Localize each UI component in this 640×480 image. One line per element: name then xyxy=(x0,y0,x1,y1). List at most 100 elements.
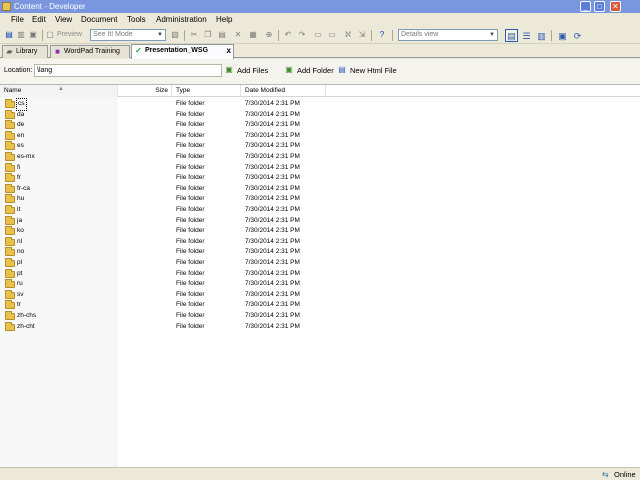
table-row[interactable]: zh-cht File folder 7/30/2014 2:31 PM xyxy=(0,321,326,333)
column-header-size[interactable]: Size xyxy=(118,85,172,97)
row-type: File folder xyxy=(176,227,205,235)
table-row[interactable]: es File folder 7/30/2014 2:31 PM xyxy=(0,141,326,152)
table-row[interactable]: en File folder 7/30/2014 2:31 PM xyxy=(0,130,326,142)
column-header-type[interactable]: Type xyxy=(172,85,241,97)
html-file-icon: ▤ xyxy=(338,65,346,74)
list-view-icon[interactable]: ☰ xyxy=(520,29,533,42)
link-icon[interactable]: ⊕ xyxy=(264,30,274,40)
row-type: File folder xyxy=(176,290,205,298)
menu-administration[interactable]: Administration xyxy=(156,15,207,25)
folder-icon xyxy=(5,130,15,140)
location-bar: Location: \lang ▣ Add Files ▣ Add Folder… xyxy=(0,59,640,83)
delete-icon[interactable]: ✕ xyxy=(233,30,243,40)
row-name: tr xyxy=(17,301,21,309)
add-files-icon: ▣ xyxy=(225,65,233,74)
mode-select[interactable]: See It! Mode ▼ xyxy=(90,29,166,41)
table-row[interactable]: da File folder 7/30/2014 2:31 PM xyxy=(0,109,326,121)
tab-wordpad-training[interactable]: ■ WordPad Training xyxy=(50,45,130,58)
refresh-icon[interactable]: ⟳ xyxy=(571,29,584,42)
tab-library[interactable]: ▰ Library xyxy=(2,45,48,58)
new-icon[interactable]: ▤ xyxy=(4,30,14,40)
close-window-button[interactable]: ✕ xyxy=(610,1,621,12)
row-date-modified: 7/30/2014 2:31 PM xyxy=(245,184,300,192)
table-row[interactable]: sv File folder 7/30/2014 2:31 PM xyxy=(0,289,326,301)
menu-help[interactable]: Help xyxy=(216,15,232,25)
details-view-icon[interactable]: ▤ xyxy=(505,29,518,42)
column-header-date[interactable]: Date Modified xyxy=(241,85,326,97)
menu-tools[interactable]: Tools xyxy=(127,15,146,25)
rename-icon[interactable]: ▦ xyxy=(248,30,258,40)
table-row[interactable]: pt File folder 7/30/2014 2:31 PM xyxy=(0,268,326,280)
minimize-button[interactable]: _ xyxy=(580,1,591,12)
layout-icon[interactable]: ▭ xyxy=(327,30,337,40)
columns-view-icon[interactable]: ▥ xyxy=(535,29,548,42)
table-row[interactable]: fi File folder 7/30/2014 2:31 PM xyxy=(0,162,326,174)
help-icon[interactable]: ? xyxy=(377,30,387,40)
menu-edit[interactable]: Edit xyxy=(32,15,46,25)
cut-icon[interactable]: ✂ xyxy=(189,30,199,40)
menu-document[interactable]: Document xyxy=(81,15,117,25)
menu-file[interactable]: File xyxy=(11,15,24,25)
row-date-modified: 7/30/2014 2:31 PM xyxy=(245,322,300,330)
close-tab-button[interactable]: x xyxy=(227,45,231,56)
row-name: da xyxy=(17,110,25,118)
row-type: File folder xyxy=(176,280,205,288)
save-icon[interactable]: ▣ xyxy=(28,30,38,40)
location-field[interactable]: \lang xyxy=(34,64,222,77)
open-icon[interactable]: ▥ xyxy=(16,30,26,40)
column-header-name-label: Name xyxy=(4,87,22,94)
copy-icon[interactable]: ❐ xyxy=(203,30,213,40)
table-row[interactable]: ru File folder 7/30/2014 2:31 PM xyxy=(0,279,326,290)
table-row[interactable]: fr File folder 7/30/2014 2:31 PM xyxy=(0,173,326,184)
publish-icon[interactable]: ⇲ xyxy=(357,30,367,40)
new-html-file-button[interactable]: ▤ New Html File xyxy=(337,65,396,76)
table-row[interactable]: tr File folder 7/30/2014 2:31 PM xyxy=(0,300,326,311)
paste-icon[interactable]: ▤ xyxy=(217,30,227,40)
tab-presentation-wsg[interactable]: ✓ Presentation_WSG x xyxy=(131,44,234,59)
spelling-icon[interactable]: ℵ xyxy=(343,30,353,40)
preview-button[interactable]: Preview xyxy=(57,30,82,40)
row-type: File folder xyxy=(176,121,205,129)
view-select[interactable]: Details view ▼ xyxy=(398,29,498,41)
row-date-modified: 7/30/2014 2:31 PM xyxy=(245,163,300,171)
folder-icon xyxy=(5,120,15,130)
row-type: File folder xyxy=(176,110,205,118)
column-header-name[interactable]: Name ▲ xyxy=(0,85,118,97)
tab-label: WordPad Training xyxy=(64,48,120,55)
redo-icon[interactable]: ↷ xyxy=(297,30,307,40)
row-date-modified: 7/30/2014 2:31 PM xyxy=(245,100,300,107)
table-row[interactable]: hu File folder 7/30/2014 2:31 PM xyxy=(0,194,326,205)
table-row[interactable]: nl File folder 7/30/2014 2:31 PM xyxy=(0,236,326,248)
folder-icon xyxy=(5,300,15,310)
undo-icon[interactable]: ↶ xyxy=(283,30,293,40)
table-row[interactable]: ko File folder 7/30/2014 2:31 PM xyxy=(0,226,326,237)
row-name: pl xyxy=(17,259,23,266)
app-icon xyxy=(2,2,11,11)
row-type: File folder xyxy=(176,259,205,266)
mode-select-value: See It! Mode xyxy=(93,31,133,38)
preview-icon[interactable]: ▢ xyxy=(45,30,55,40)
table-row[interactable]: fr-ca File folder 7/30/2014 2:31 PM xyxy=(0,183,326,195)
insert-icon[interactable]: ▭ xyxy=(313,30,323,40)
table-row[interactable]: es-mx File folder 7/30/2014 2:31 PM xyxy=(0,152,326,163)
properties-icon[interactable]: ▧ xyxy=(170,30,180,40)
row-date-modified: 7/30/2014 2:31 PM xyxy=(245,174,300,182)
add-folder-button[interactable]: ▣ Add Folder xyxy=(284,65,333,76)
table-row[interactable]: zh-chs File folder 7/30/2014 2:31 PM xyxy=(0,311,326,322)
row-type: File folder xyxy=(176,131,205,139)
row-name: no xyxy=(17,248,25,256)
tab-label: Library xyxy=(16,48,38,55)
table-row[interactable]: ja File folder 7/30/2014 2:31 PM xyxy=(0,215,326,227)
menu-view[interactable]: View xyxy=(55,15,72,25)
add-files-button[interactable]: ▣ Add Files xyxy=(224,65,268,76)
sort-ascending-icon: ▲ xyxy=(58,86,64,92)
table-row[interactable]: pl File folder 7/30/2014 2:31 PM xyxy=(0,258,326,269)
row-date-modified: 7/30/2014 2:31 PM xyxy=(245,131,300,139)
maximize-button[interactable]: □ xyxy=(594,1,605,12)
table-row[interactable]: it File folder 7/30/2014 2:31 PM xyxy=(0,205,326,216)
folder-up-icon[interactable]: ▣ xyxy=(556,29,569,42)
table-row[interactable]: de File folder 7/30/2014 2:31 PM xyxy=(0,120,326,131)
folder-icon xyxy=(5,173,15,183)
table-row[interactable]: cs File folder 7/30/2014 2:31 PM xyxy=(0,98,326,111)
table-row[interactable]: no File folder 7/30/2014 2:31 PM xyxy=(0,247,326,258)
